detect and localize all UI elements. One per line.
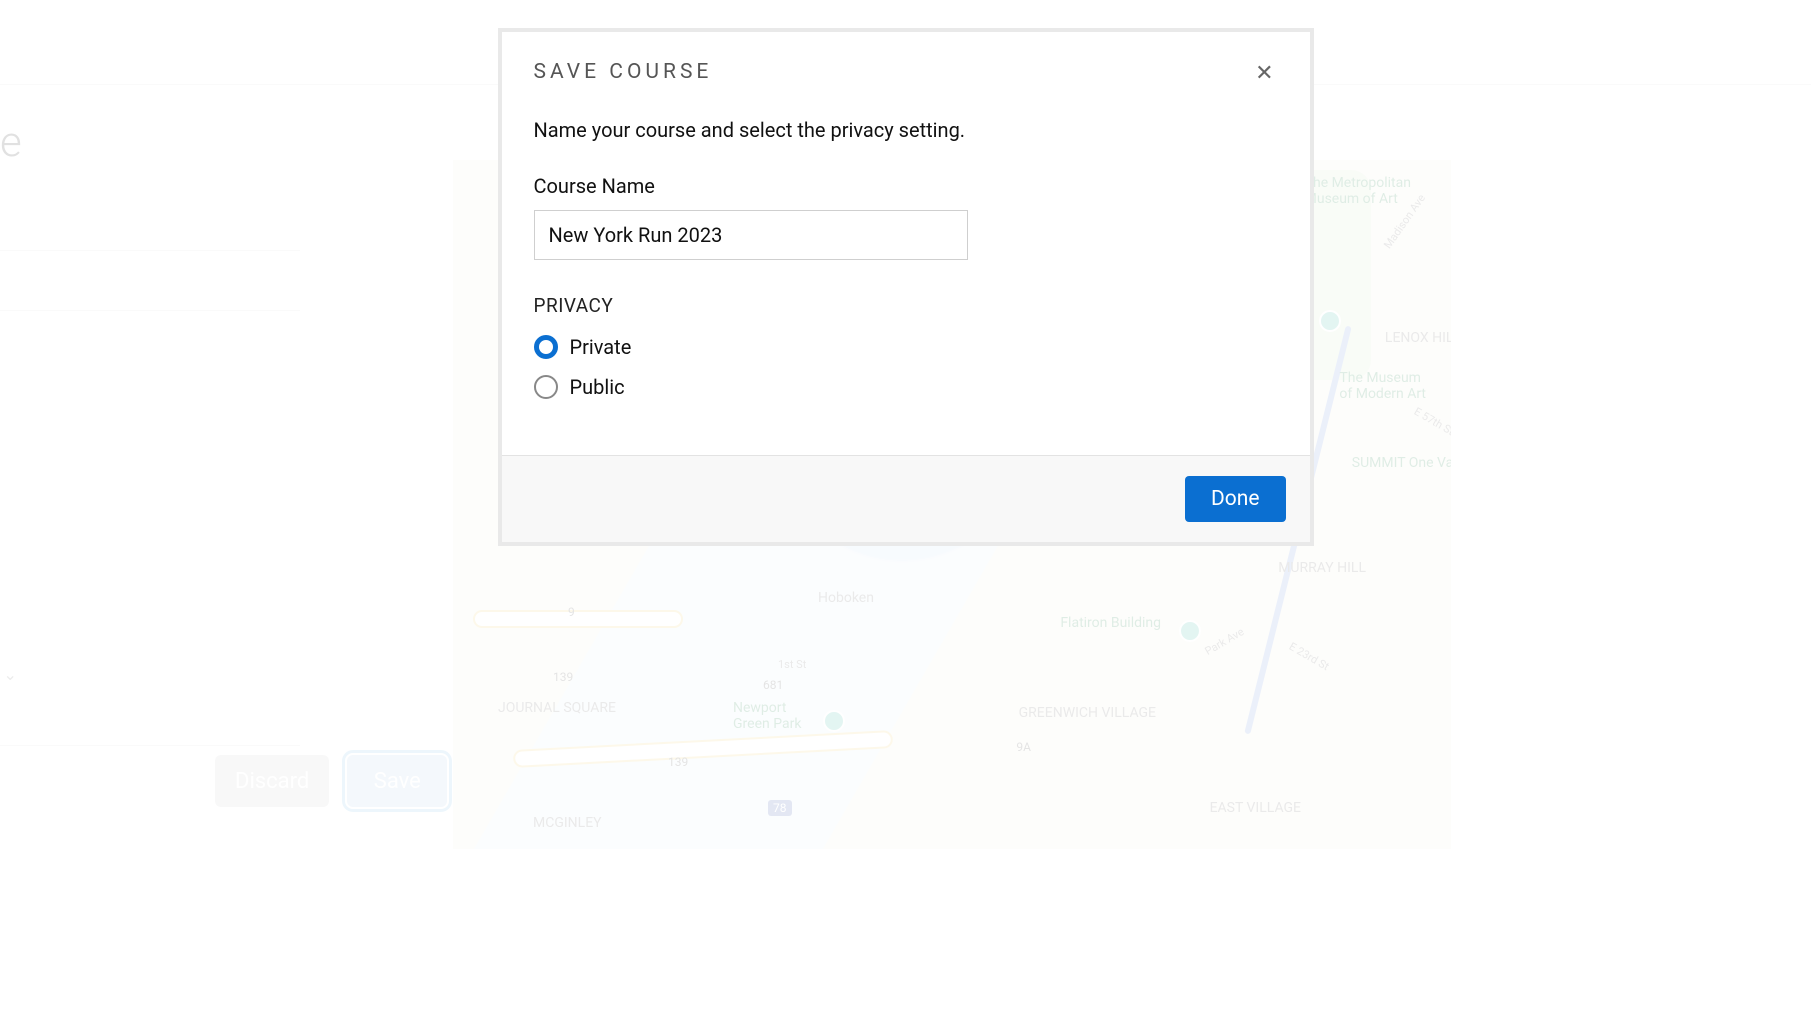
privacy-section-label: PRIVACY: [534, 294, 1278, 317]
privacy-private-label: Private: [570, 335, 632, 359]
course-name-input[interactable]: [534, 210, 968, 260]
course-name-label: Course Name: [534, 174, 1278, 198]
dialog-body: Name your course and select the privacy …: [502, 86, 1310, 455]
dialog-header: SAVE COURSE ✕: [502, 32, 1310, 86]
radio-icon: [534, 375, 558, 399]
done-button[interactable]: Done: [1185, 476, 1286, 522]
privacy-public-label: Public: [570, 375, 625, 399]
dialog-instruction: Name your course and select the privacy …: [534, 118, 1278, 142]
radio-icon: [534, 335, 558, 359]
privacy-option-private[interactable]: Private: [534, 335, 1278, 359]
dialog-footer: Done: [502, 455, 1310, 542]
privacy-option-public[interactable]: Public: [534, 375, 1278, 399]
close-icon[interactable]: ✕: [1251, 60, 1277, 86]
dialog-title: SAVE COURSE: [534, 60, 713, 84]
modal-overlay: SAVE COURSE ✕ Name your course and selec…: [0, 0, 1811, 1019]
save-course-dialog: SAVE COURSE ✕ Name your course and selec…: [498, 28, 1314, 546]
